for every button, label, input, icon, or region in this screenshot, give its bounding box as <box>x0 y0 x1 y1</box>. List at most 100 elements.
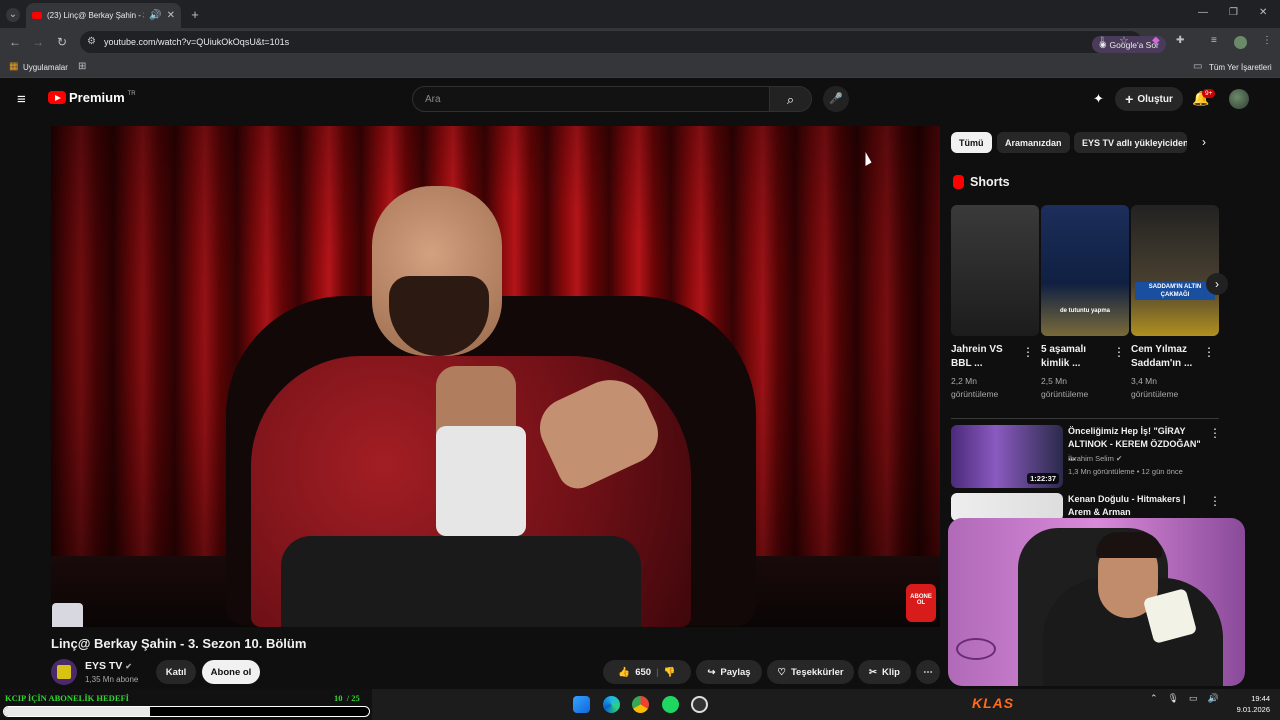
microphone-tray-icon[interactable]: 🎙 <box>1168 693 1179 704</box>
search-button[interactable]: ⌕ <box>770 86 812 112</box>
channel-name[interactable]: EYS TV ✔ <box>85 660 132 672</box>
profile-avatar[interactable] <box>1234 36 1247 49</box>
short-thumbnail[interactable]: SADDAM'IN ALTIN ÇAKMAĞI <box>1131 205 1219 336</box>
search-icon: ⌕ <box>786 91 795 107</box>
address-bar[interactable]: ⚙ youtube.com/watch?v=QUiukOkOqsU&t=101s… <box>80 31 1166 53</box>
windows-start-icon[interactable] <box>573 696 590 713</box>
like-dislike-group[interactable]: 👍 650 | 👎 <box>603 660 691 684</box>
all-bookmarks[interactable]: Tüm Yer İşaretleri <box>1209 63 1272 72</box>
recommended-title[interactable]: Kenan Doğulu - Hitmakers | Arem & Arman <box>1068 493 1206 519</box>
more-dots-icon: ⋯ <box>923 666 933 678</box>
search-input[interactable] <box>412 86 770 112</box>
logo-text: Premium <box>69 90 125 105</box>
thumbs-up-icon[interactable]: 👍 <box>618 667 630 678</box>
wall-eye-decoration <box>956 638 996 660</box>
chrome-menu-icon[interactable]: ⋮ <box>1262 36 1272 46</box>
spotify-icon[interactable] <box>662 696 679 713</box>
voice-search-button[interactable]: 🎤 <box>823 86 849 112</box>
install-icon[interactable]: ⇩ <box>1098 37 1106 47</box>
recommended-channel[interactable]: İbrahim Selim ✔ <box>1068 454 1122 463</box>
verified-check-icon: ✔ <box>125 662 132 671</box>
extensions-puzzle-icon[interactable]: ✚ <box>1176 36 1184 46</box>
browser-tab-active[interactable]: (23) Linç@ Berkay Şahin - 3 🔊 ✕ <box>26 3 181 28</box>
back-icon[interactable]: ← <box>9 36 21 48</box>
more-actions-button[interactable]: ⋯ <box>916 660 940 684</box>
goal-current: 10 <box>334 693 343 703</box>
share-label: Paylaş <box>720 666 751 678</box>
browser-toolbar: ← → ↻ ⚙ youtube.com/watch?v=QUiukOkOqsU&… <box>0 28 1280 56</box>
video-player[interactable]: ABONE OL <box>51 126 940 627</box>
thanks-button[interactable]: ♡ Teşekkürler <box>767 660 854 684</box>
short-title[interactable]: Jahrein VS BBL ... <box>951 343 1021 371</box>
shorts-next-chevron-icon[interactable]: › <box>1206 273 1228 295</box>
goal-count: 10 / 25 <box>334 693 360 703</box>
windows-taskbar <box>372 689 1280 720</box>
browser-tab-strip: ⌄ (23) Linç@ Berkay Şahin - 3 🔊 ✕ + — ❐ … <box>0 0 1280 28</box>
short-thumbnail[interactable] <box>951 205 1039 336</box>
taskbar-clock[interactable]: 19:44 9.01.2026 <box>1232 693 1270 715</box>
join-button[interactable]: Katıl <box>156 660 196 684</box>
restore-icon[interactable]: ❐ <box>1229 8 1238 18</box>
forward-icon[interactable]: → <box>32 36 44 48</box>
like-divider: | <box>656 666 659 678</box>
verified-check-icon: ✔ <box>1115 454 1123 463</box>
streamer-webcam-overlay <box>948 518 1245 686</box>
folder-icon: ▭ <box>1193 61 1203 72</box>
bookmark-apps[interactable]: Uygulamalar <box>23 63 68 72</box>
short-title[interactable]: Cem Yılmaz Saddam'ın ... <box>1131 343 1201 371</box>
youtube-logo[interactable]: Premium TR <box>48 90 136 105</box>
short-views: 3,4 Mn görüntüleme <box>1131 376 1179 399</box>
network-icon[interactable]: ▭ <box>1189 693 1198 704</box>
reload-icon[interactable]: ↻ <box>57 36 67 48</box>
window-close-icon[interactable]: ✕ <box>1259 8 1267 18</box>
obs-icon[interactable] <box>691 696 708 713</box>
recommended-thumbnail[interactable] <box>951 493 1063 521</box>
short-menu-dots-icon[interactable]: ⋮ <box>1203 345 1215 359</box>
short-title[interactable]: 5 aşamalı kimlik ... <box>1041 343 1111 371</box>
bookmark-star-icon[interactable]: ☆ <box>1119 36 1129 47</box>
like-count: 650 <box>635 666 652 678</box>
super-thanks-icon: ♡ <box>777 666 786 678</box>
short-menu-dots-icon[interactable]: ⋮ <box>1113 345 1125 359</box>
bookmarks-bar: ▦ Uygulamalar ⊞ ▭ Tüm Yer İşaretleri <box>0 56 1280 78</box>
chip-from-search[interactable]: Aramanızdan <box>997 132 1070 153</box>
create-button[interactable]: + Oluştur <box>1115 87 1183 111</box>
edge-icon[interactable] <box>603 696 620 713</box>
recommended-menu-dots-icon[interactable]: ⋮ <box>1209 426 1221 440</box>
tab-search-chevron-icon[interactable]: ⌄ <box>6 8 20 22</box>
volume-icon[interactable]: 🔊 <box>1208 693 1219 704</box>
shorts-heading-text: Shorts <box>970 175 1010 189</box>
minimize-icon[interactable]: — <box>1198 8 1208 18</box>
speaker-icon[interactable]: 🔊 <box>149 10 161 21</box>
subscribe-button[interactable]: Abone ol <box>202 660 260 684</box>
thumbs-down-icon[interactable]: 👎 <box>664 667 676 678</box>
site-info-icon[interactable]: ⚙ <box>87 37 96 47</box>
menu-hamburger-icon[interactable]: ≡ <box>17 92 26 107</box>
reading-list-icon[interactable]: ≡ <box>1211 36 1217 46</box>
video-frame-shirt <box>436 426 526 536</box>
notification-badge: 9+ <box>1202 89 1216 98</box>
short-thumbnail[interactable]: de tutuntu yapma <box>1041 205 1129 336</box>
tab-close-icon[interactable]: ✕ <box>167 10 175 21</box>
subscribe-watermark[interactable]: ABONE OL <box>906 584 936 622</box>
apps-grid-icon: ▦ <box>9 61 19 72</box>
chip-all[interactable]: Tümü <box>951 132 992 153</box>
plus-icon: + <box>1125 91 1134 107</box>
chips-next-chevron-icon[interactable]: › <box>1196 134 1212 150</box>
premium-gift-icon[interactable]: ✦ <box>1093 92 1104 105</box>
chip-from-uploader[interactable]: EYS TV adlı yükleyiciden <box>1074 132 1187 153</box>
extension-icon[interactable]: ◆ <box>1152 36 1160 46</box>
channel-name-text: EYS TV <box>85 660 123 672</box>
chrome-icon[interactable] <box>632 696 649 713</box>
recommended-thumbnail[interactable]: 1:22:37 <box>951 425 1063 488</box>
short-menu-dots-icon[interactable]: ⋮ <box>1022 345 1034 359</box>
klas-brand-logo: KLAS <box>972 695 1015 711</box>
recommended-menu-dots-icon[interactable]: ⋮ <box>1209 494 1221 508</box>
tray-chevron-icon[interactable]: ⌃ <box>1150 693 1158 704</box>
new-tab-icon[interactable]: + <box>189 8 201 21</box>
channel-avatar[interactable] <box>51 659 77 685</box>
account-avatar[interactable] <box>1229 89 1249 109</box>
tab-groups-icon[interactable]: ⊞ <box>78 62 86 72</box>
clip-button[interactable]: ✂ Klip <box>858 660 911 684</box>
share-button[interactable]: ↪ Paylaş <box>696 660 762 684</box>
